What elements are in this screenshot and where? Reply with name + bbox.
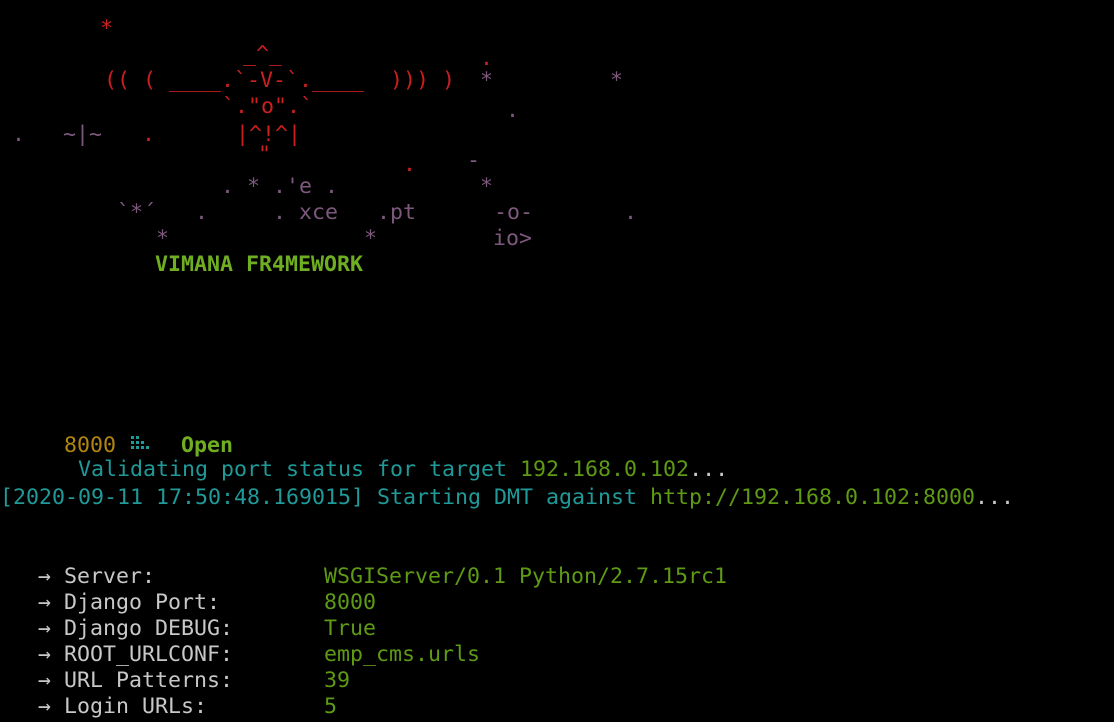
result-label: URL Patterns:	[64, 668, 234, 693]
banner-line-8: `*´ . . xce .pt -o- .	[117, 200, 638, 225]
banner-star: *	[100, 16, 114, 41]
arrow-icon: →	[38, 694, 52, 719]
banner-star-5: *	[364, 226, 378, 251]
banner-dot-red: .	[142, 122, 156, 147]
result-value: 5	[324, 694, 338, 719]
result-label: Login URLs:	[64, 694, 208, 719]
dmt-timestamp: [2020-09-11 17:50:48.169015]	[0, 485, 365, 510]
banner-dot-3: .	[403, 152, 417, 177]
dmt-ellipsis: ...	[975, 485, 1015, 510]
port-state: Open	[181, 433, 234, 458]
banner-quote: "	[258, 142, 272, 167]
dmt-start-line: [2020-09-11 17:50:48.169015] Starting DM…	[0, 485, 1014, 511]
result-row: → Django DEBUG:	[38, 616, 233, 642]
banner-dot-2: .	[506, 98, 520, 123]
arrow-icon: →	[38, 590, 52, 615]
result-value: emp_cms.urls	[324, 642, 481, 667]
banner-io: io>	[493, 226, 533, 251]
dmt-text: Starting DMT against	[364, 485, 651, 510]
result-row: → URL Patterns:	[38, 668, 233, 694]
banner-antenna: ~|~	[63, 122, 103, 147]
result-value: 8000	[324, 590, 377, 615]
result-row: → Server:	[38, 564, 155, 590]
port-number: 8000	[64, 433, 117, 458]
result-label: Django Port:	[64, 590, 221, 615]
dmt-url: http://192.168.0.102:8000	[650, 485, 976, 510]
banner-ship-bottom: `."o".`	[222, 94, 314, 119]
framework-title: VIMANA FR4MEWORK	[155, 252, 364, 277]
banner-dot-left: .	[12, 122, 26, 147]
arrow-icon: →	[38, 564, 52, 589]
result-value: WSGIServer/0.1 Python/2.7.15rc1	[324, 564, 728, 589]
result-row: → Login URLs:	[38, 694, 207, 720]
scan-prefix: Validating port status for target	[78, 457, 521, 482]
banner-star-3: *	[480, 174, 494, 199]
result-value: 39	[324, 668, 351, 693]
banner-line-top: _^_	[243, 42, 283, 67]
arrow-icon: →	[38, 668, 52, 693]
banner-ship: (( ( ____.`-V-`.____ ))) )	[104, 68, 456, 93]
scan-status-line: Validating port status for target 192.16…	[0, 381, 728, 482]
banner-dash: -	[467, 148, 481, 173]
result-row: → Django Port:	[38, 590, 220, 616]
result-value: True	[324, 616, 377, 641]
scan-target: 192.168.0.102	[520, 457, 690, 482]
banner-star-4: *	[156, 226, 170, 251]
scan-ellipsis: ...	[689, 457, 729, 482]
result-label: Django DEBUG:	[64, 616, 234, 641]
banner-stars-right: * *	[480, 68, 624, 93]
result-label: Server:	[64, 564, 156, 589]
banner-stars-mid: . * .'e .	[221, 174, 339, 199]
result-row: → ROOT_URLCONF:	[38, 642, 233, 668]
arrow-icon: →	[38, 642, 52, 667]
dots-icon	[52, 407, 150, 449]
result-label: ROOT_URLCONF:	[64, 642, 234, 667]
arrow-icon: →	[38, 616, 52, 641]
